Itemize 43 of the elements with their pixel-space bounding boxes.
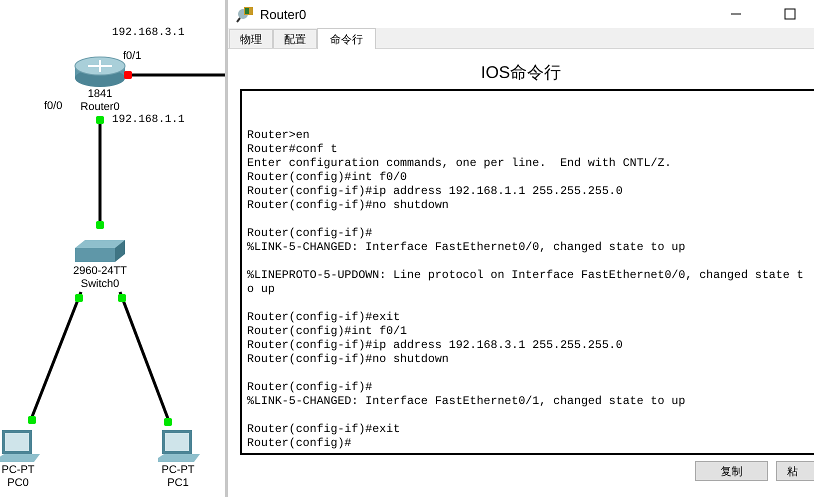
console-line: Router(config-if)#ip address 192.168.1.1 255.255.255.0 — [247, 185, 623, 199]
console-line: Router>en — [247, 129, 310, 143]
console-line: %LINK-5-CHANGED: Interface FastEthernet0/0, changed state to up — [247, 241, 686, 255]
computer-icon[interactable] — [158, 430, 200, 462]
console-line: Router(config-if)#exit — [247, 423, 400, 437]
tab[interactable]: 物理 — [229, 29, 273, 48]
device-model: PC-PT — [162, 464, 194, 476]
console-line: o up — [247, 283, 275, 297]
console-line: Enter configuration commands, one per line. End with CNTL/Z. — [247, 157, 672, 171]
ip-address-label: 192.168.3.1 — [112, 27, 185, 39]
console-line: Router#conf t — [247, 143, 338, 157]
device-model: PC-PT — [2, 464, 34, 476]
device-name: Switch0 — [80, 278, 120, 290]
tab[interactable]: 配置 — [273, 29, 317, 48]
paste-button[interactable]: 粘 — [776, 461, 814, 481]
router-window-icon — [236, 5, 254, 23]
maximize-icon[interactable] — [784, 8, 796, 20]
panel-heading: IOS命令行 — [480, 62, 562, 79]
port-label: f0/0 — [44, 100, 62, 112]
console-line: Router(config-if)#exit — [247, 311, 400, 325]
console-line: Router(config)# — [247, 437, 352, 451]
console-line: %LINEPROTO-5-UPDOWN: Line protocol on Interface FastEthernet0/0, changed state t — [247, 269, 804, 283]
computer-icon[interactable] — [0, 430, 40, 462]
console-line: Router(config)#int f0/0 — [247, 171, 408, 185]
terminal-console[interactable] — [240, 89, 814, 455]
device-name: PC0 — [7, 477, 29, 489]
device-name: Router0 — [80, 101, 120, 113]
console-line: Router(config)#int f0/1 — [247, 325, 408, 339]
console-line: Router(config-if)# — [247, 227, 372, 241]
console-line: Router(config-if)# — [247, 381, 372, 395]
console-line: Router(config-if)#no shutdown — [247, 199, 449, 213]
console-line: %LINK-5-CHANGED: Interface FastEthernet0/1, changed state to up — [247, 395, 686, 409]
tab[interactable]: 命令行 — [317, 28, 376, 49]
switch-icon[interactable] — [75, 240, 125, 262]
copy-button[interactable]: 复制 — [695, 461, 768, 481]
console-line: Router(config-if)#ip address 192.168.3.1 255.255.255.0 — [247, 339, 623, 353]
window-title: Router0 — [260, 6, 306, 22]
console-line: Router(config-if)#no shutdown — [247, 353, 449, 367]
port-label: f0/1 — [123, 50, 142, 62]
device-model: 1841 — [88, 88, 112, 100]
ip-address-label: 192.168.1.1 — [112, 114, 185, 126]
device-model: 2960-24TT — [73, 265, 127, 277]
device-name: PC1 — [167, 477, 189, 489]
